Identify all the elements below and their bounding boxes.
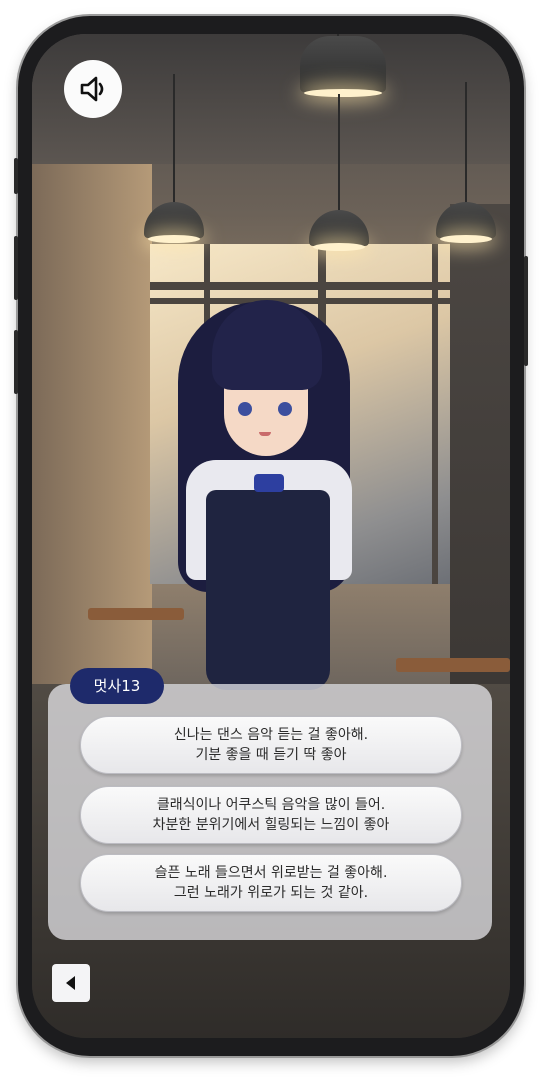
choice-text-line: 클래식이나 어쿠스틱 음악을 많이 들어. [156, 797, 386, 813]
cafe-table [88, 608, 184, 620]
lamp-cord [338, 94, 340, 210]
left-wall [32, 164, 152, 684]
phone-side-button [524, 256, 528, 366]
pendant-lamp [309, 210, 369, 251]
choice-option-1[interactable]: 신나는 댄스 음악 듣는 걸 좋아해. 기분 좋을 때 듣기 딱 좋아 [80, 716, 462, 774]
choice-text-line: 기분 좋을 때 듣기 딱 좋아 [195, 747, 347, 763]
character-eye [278, 402, 292, 416]
choice-option-3[interactable]: 슬픈 노래 들으면서 위로받는 걸 좋아해. 그런 노래가 위로가 되는 것 같… [80, 854, 462, 912]
right-wall [450, 204, 510, 684]
window-frame [150, 298, 450, 304]
window-frame [432, 244, 438, 584]
character-ribbon [254, 474, 284, 492]
lamp-cord [465, 82, 467, 204]
choice-text-line: 차분한 분위기에서 힐링되는 느낌이 좋아 [152, 817, 390, 833]
phone-side-button [14, 330, 18, 394]
character-eye [238, 402, 252, 416]
speaker-icon [80, 76, 104, 102]
choice-text-line: 그런 노래가 위로가 되는 것 같아. [173, 885, 369, 901]
lamp-cord [173, 74, 175, 204]
choice-text-line: 신나는 댄스 음악 듣는 걸 좋아해. [173, 727, 369, 743]
character-dress [206, 490, 330, 690]
speaker-name-tag: 멋사13 [70, 668, 164, 704]
phone-side-button [14, 158, 18, 194]
back-arrow-icon [66, 976, 75, 990]
phone-side-button [14, 236, 18, 300]
choice-text-line: 슬픈 노래 들으면서 위로받는 걸 좋아해. [154, 865, 388, 881]
pendant-lamp [144, 202, 204, 243]
back-button[interactable] [52, 964, 90, 1002]
pendant-lamp [300, 36, 386, 97]
window-frame [150, 282, 450, 290]
cafe-table [396, 658, 510, 672]
choice-option-2[interactable]: 클래식이나 어쿠스틱 음악을 많이 들어. 차분한 분위기에서 힐링되는 느낌이… [80, 786, 462, 844]
sound-toggle-button[interactable] [64, 60, 122, 118]
